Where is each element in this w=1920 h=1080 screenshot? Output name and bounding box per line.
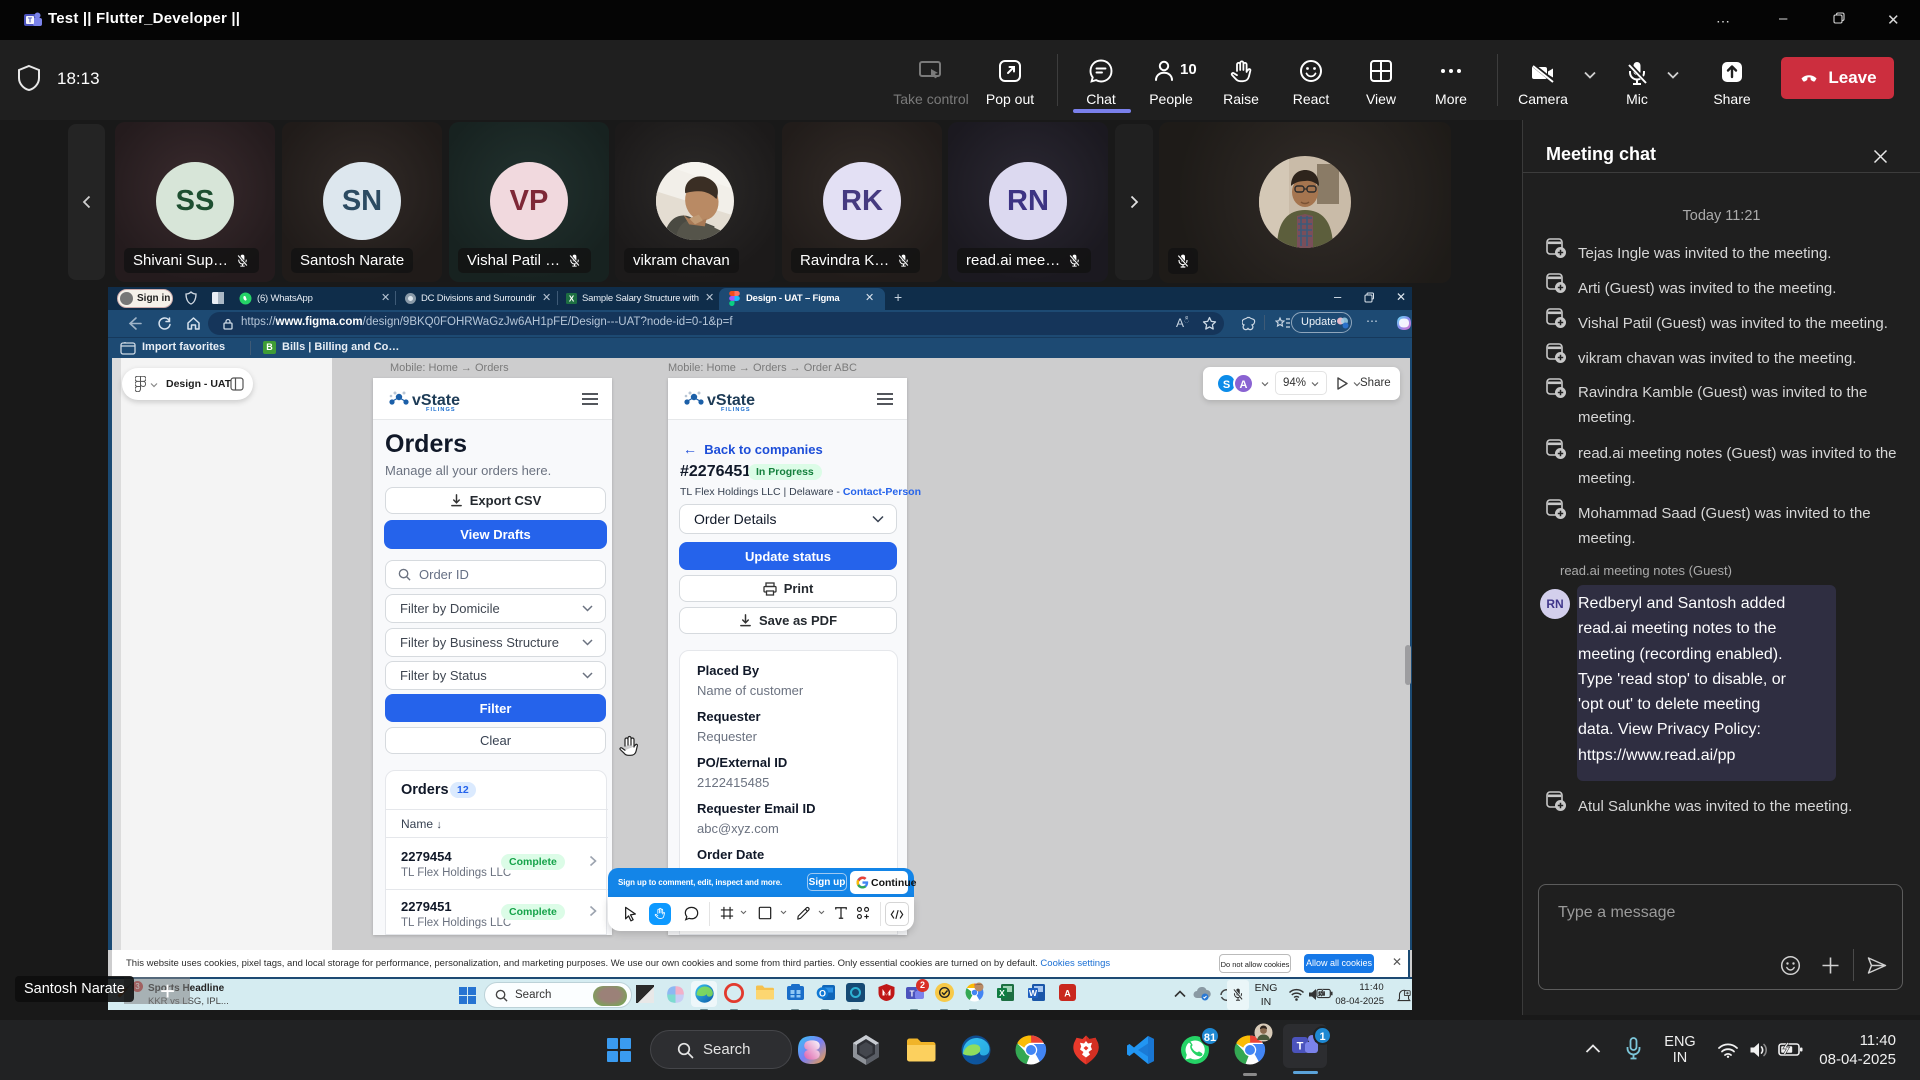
svg-text:A: A xyxy=(1064,989,1071,999)
svg-text:T: T xyxy=(28,18,33,25)
svg-text:T: T xyxy=(1297,1041,1304,1053)
svg-text:O: O xyxy=(819,989,826,999)
svg-text:FILINGS: FILINGS xyxy=(721,407,751,412)
svg-text:FILINGS: FILINGS xyxy=(426,407,456,412)
svg-text:X: X xyxy=(999,988,1005,998)
svg-text:T: T xyxy=(910,990,915,999)
svg-text:X: X xyxy=(569,295,575,304)
svg-text:W: W xyxy=(1029,988,1038,998)
